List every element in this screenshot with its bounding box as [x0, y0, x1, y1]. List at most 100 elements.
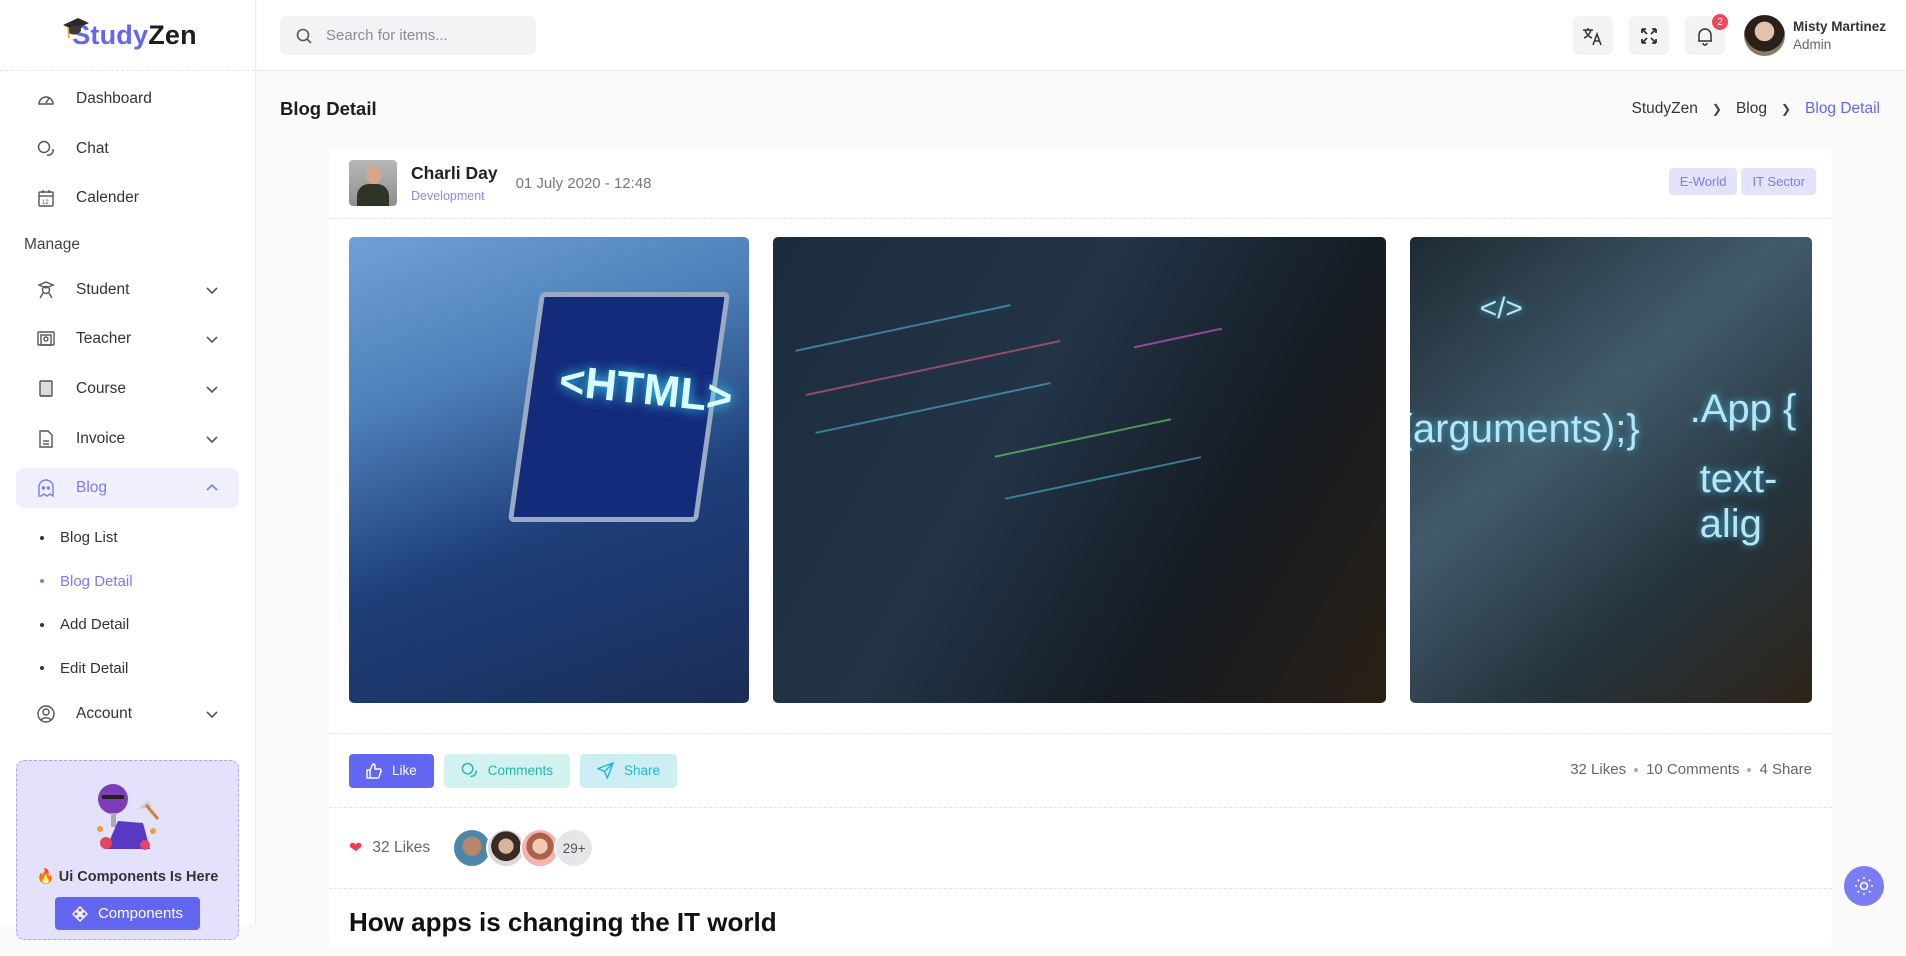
bell-icon — [1698, 27, 1712, 46]
post-category: Development — [411, 189, 485, 203]
sidebar-item-label: Dashboard — [76, 90, 152, 107]
sidebar-item-course[interactable]: Course — [16, 369, 239, 409]
breadcrumb-item[interactable]: StudyZen — [1632, 100, 1698, 118]
heart-icon: ❤ — [349, 840, 363, 857]
author-name[interactable]: Charli Day — [411, 163, 498, 184]
notifications-button[interactable]: 2 — [1685, 13, 1729, 55]
chevron-down-icon — [206, 435, 218, 443]
likes-row: ❤ 32 Likes 29+ — [329, 808, 1832, 889]
chevron-down-icon — [206, 287, 218, 294]
bullet-icon — [40, 666, 44, 670]
sidebar-item-invoice[interactable]: Invoice — [16, 419, 239, 459]
post-header: Charli Day Development 01 July 2020 - 12… — [329, 148, 1832, 219]
post-actions: Like Comments Share 32 Likes 10 Comments… — [329, 734, 1832, 808]
author-avatar — [349, 160, 397, 206]
chat-icon — [36, 139, 56, 159]
fullscreen-icon — [1641, 27, 1657, 44]
like-button[interactable]: Like — [349, 753, 434, 788]
image-overlay-text: (arguments);} — [1409, 407, 1640, 451]
tag[interactable]: IT Sector — [1741, 168, 1816, 195]
gallery-image[interactable] — [773, 237, 1386, 703]
avatar — [1744, 15, 1785, 56]
liker-avatars: 29+ — [452, 828, 595, 868]
gallery-image[interactable]: </> (arguments);} .App { text-alig — [1409, 237, 1813, 703]
sidebar-item-label: Blog — [76, 479, 108, 497]
user-name: Misty Martinez — [1793, 19, 1887, 34]
blog-post-card: Charli Day Development 01 July 2020 - 12… — [329, 148, 1832, 948]
promo-illustration — [96, 784, 159, 850]
submenu-item-label: Edit Detail — [60, 659, 129, 677]
tag-list: E-World IT Sector — [1668, 168, 1816, 195]
sun-icon — [1855, 877, 1873, 895]
tag[interactable]: E-World — [1668, 168, 1738, 195]
sidebar-item-student[interactable]: Student — [16, 270, 239, 310]
bullet-icon — [40, 622, 44, 627]
search-box[interactable] — [280, 16, 536, 55]
breadcrumb-item[interactable]: Blog — [1736, 100, 1767, 118]
translate-icon — [1583, 27, 1602, 45]
sidebar-item-dashboard[interactable]: Dashboard — [16, 79, 239, 119]
brand-logo[interactable]: StudyZen — [0, 0, 255, 71]
sidebar-item-chat[interactable]: Chat — [16, 129, 239, 169]
blog-submenu: Blog List Blog Detail Add Detail Edit De… — [0, 516, 255, 690]
notification-badge: 2 — [1711, 13, 1729, 31]
theme-toggle-button[interactable] — [1844, 866, 1884, 906]
submenu-item-add-detail[interactable]: Add Detail — [0, 603, 255, 647]
invoice-icon — [36, 429, 56, 449]
share-label: Share — [624, 763, 661, 778]
sidebar-item-label: Invoice — [76, 429, 126, 447]
page-title: Blog Detail — [280, 98, 377, 119]
post-title: How apps is changing the IT world — [349, 907, 777, 937]
components-icon — [71, 905, 88, 922]
sidebar-item-label: Student — [76, 280, 130, 298]
more-likers-badge[interactable]: 29+ — [554, 828, 595, 868]
submenu-item-blog-list[interactable]: Blog List — [0, 516, 255, 560]
image-overlay-text: .App { — [1689, 387, 1797, 431]
teacher-icon — [36, 329, 56, 349]
bullet-icon — [40, 579, 44, 583]
gallery-image[interactable]: <HTML> — [349, 237, 750, 703]
calendar-icon: 12 — [36, 188, 56, 208]
user-menu[interactable]: Misty Martinez Admin — [1744, 15, 1886, 56]
user-role: Admin — [1793, 37, 1832, 52]
sidebar-item-label: Course — [76, 379, 126, 397]
sidebar-item-account[interactable]: Account — [16, 694, 239, 734]
share-button[interactable]: Share — [580, 753, 678, 788]
ghost-icon — [36, 478, 56, 498]
topbar: 2 Misty Martinez Admin — [257, 0, 1906, 71]
post-stats: 32 Likes 10 Comments 4 Share — [1570, 761, 1812, 778]
chevron-right-icon: ❯ — [1711, 102, 1722, 116]
breadcrumb: StudyZen ❯ Blog ❯ Blog Detail — [1632, 100, 1880, 118]
submenu-item-label: Blog List — [60, 529, 118, 546]
sidebar-item-blog[interactable]: Blog — [16, 468, 239, 509]
search-input[interactable] — [326, 27, 516, 44]
bullet-icon — [40, 535, 44, 540]
likes-label: 32 Likes — [372, 839, 431, 856]
graduation-cap-icon — [63, 18, 89, 39]
sidebar-item-teacher[interactable]: Teacher — [16, 319, 239, 359]
sidebar-item-label: Account — [76, 704, 133, 722]
submenu-item-blog-detail[interactable]: Blog Detail — [0, 559, 255, 603]
sidebar: StudyZen Dashboard Chat 12 Calender Mana… — [0, 0, 256, 940]
translate-button[interactable] — [1573, 16, 1613, 55]
sidebar-item-label: Calender — [76, 189, 139, 207]
components-button-label: Components — [97, 905, 184, 922]
submenu-item-edit-detail[interactable]: Edit Detail — [0, 646, 255, 690]
likes-count: 32 Likes — [1570, 761, 1627, 778]
sidebar-item-label: Chat — [76, 139, 109, 157]
image-gallery: <HTML> </> (arguments);} .App { text-ali… — [329, 219, 1832, 734]
search-icon — [296, 28, 312, 44]
promo-title: 🔥 Ui Components Is Here — [36, 869, 219, 885]
sidebar-item-calender[interactable]: 12 Calender — [16, 178, 239, 218]
comments-button[interactable]: Comments — [443, 753, 571, 788]
fullscreen-button[interactable] — [1629, 16, 1669, 55]
comments-label: Comments — [487, 763, 554, 778]
code-icon: </> — [1479, 292, 1523, 325]
chevron-down-icon — [206, 711, 218, 718]
book-icon — [36, 379, 56, 399]
thumbs-up-icon — [366, 762, 382, 779]
components-button[interactable]: Components — [54, 897, 201, 930]
separator-dot — [1634, 767, 1639, 772]
chat-icon — [461, 762, 477, 777]
section-label-manage: Manage — [24, 235, 81, 253]
